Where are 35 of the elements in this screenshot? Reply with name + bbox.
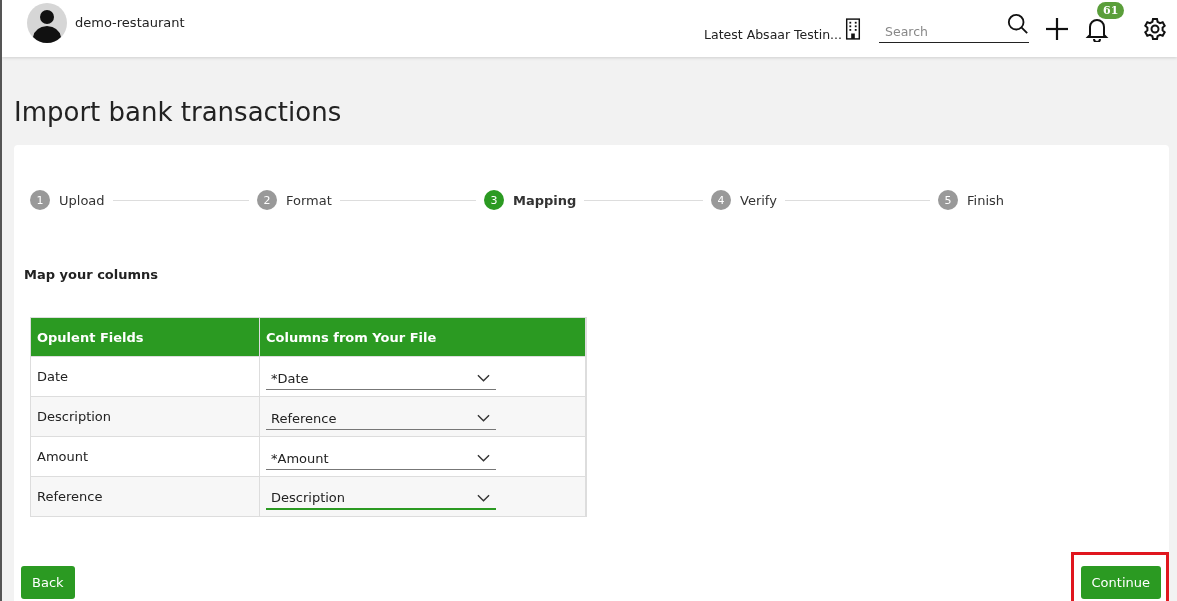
organization-name: demo-restaurant bbox=[75, 15, 185, 30]
column-header: Opulent Fields bbox=[31, 318, 260, 356]
settings-icon[interactable] bbox=[1143, 16, 1167, 41]
step-number: 2 bbox=[257, 190, 277, 210]
step-label: Verify bbox=[740, 192, 777, 208]
step-label: Upload bbox=[59, 192, 105, 208]
avatar-icon[interactable] bbox=[27, 2, 67, 43]
dropdown[interactable]: *Amount bbox=[266, 447, 496, 470]
page-title: Import bank transactions bbox=[14, 97, 343, 127]
company-name[interactable]: Latest Absaar Testin... bbox=[704, 27, 842, 42]
continue-button[interactable]: Continue bbox=[1080, 566, 1161, 599]
search-icon[interactable] bbox=[1007, 12, 1029, 35]
column-header: Columns from Your File bbox=[260, 318, 586, 356]
back-button[interactable]: Back bbox=[21, 566, 75, 599]
step-number: 1 bbox=[30, 190, 50, 210]
table-cell: Reference bbox=[31, 476, 260, 516]
dropdown[interactable]: *Date bbox=[266, 367, 496, 390]
step-number: 4 bbox=[711, 190, 731, 210]
step-number: 3 bbox=[484, 190, 504, 210]
notification-count: 61 bbox=[1097, 1, 1125, 19]
chevron-down-icon bbox=[477, 454, 490, 462]
plus-icon[interactable] bbox=[1045, 16, 1069, 41]
chevron-down-icon bbox=[477, 414, 490, 422]
step-label: Format bbox=[286, 192, 332, 208]
step-number: 5 bbox=[938, 190, 958, 210]
table-cell: Date bbox=[31, 356, 260, 396]
section-heading: Map your columns bbox=[24, 267, 160, 282]
step-label: Mapping bbox=[513, 192, 577, 208]
building-icon bbox=[844, 17, 862, 40]
table-cell: Amount bbox=[31, 436, 260, 476]
step-label: Finish bbox=[967, 192, 1004, 208]
chevron-down-icon bbox=[477, 493, 490, 502]
table-cell: Description bbox=[31, 396, 260, 436]
chevron-down-icon bbox=[477, 374, 490, 382]
search-field[interactable]: Search bbox=[879, 20, 1029, 43]
